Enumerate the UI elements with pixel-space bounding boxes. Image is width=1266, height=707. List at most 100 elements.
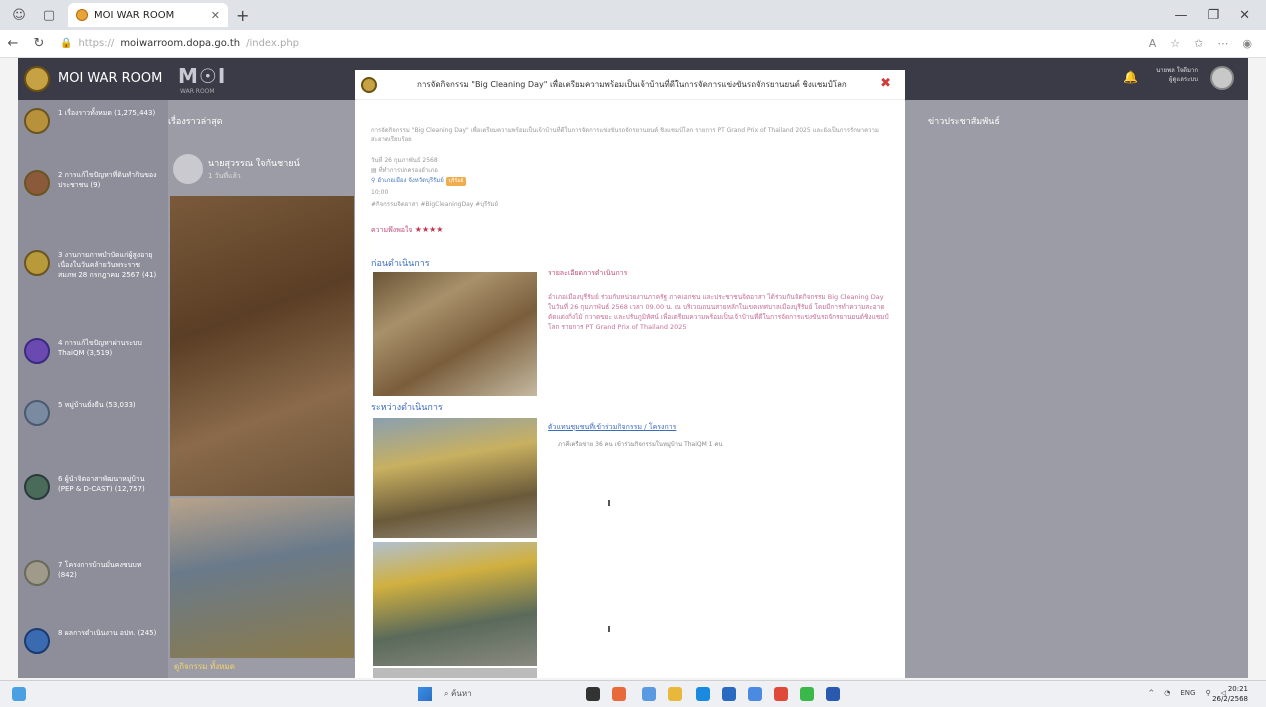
lock-icon: 🔒 [60,38,73,49]
post-author[interactable]: นายสุวรรณ ใจกันชายน์ [208,156,300,170]
profile-icon[interactable]: ☺ [8,4,30,26]
sidebar-item-6[interactable]: 6 ผู้นำจิตอาสาพัฒนาหมู่บ้าน (PEP & D-CAS… [18,474,168,500]
sidebar-item-label: 3 งานกายภาพบำบัดแก่ผู้สูงอายุ เนื่องในวั… [58,251,157,279]
modal-meta-org-text: ที่ทำการปกครองอำเภอ [378,167,438,174]
before-heading: ก่อนดำเนินการ [371,259,430,269]
before-photo[interactable] [373,272,537,396]
window-controls: — ❐ ✕ [1174,8,1250,23]
during-photo[interactable] [373,418,537,538]
sidebar-item-icon [24,108,50,134]
bell-icon[interactable]: 🔔 [1123,70,1138,84]
edge-icon[interactable] [696,687,710,701]
sidebar-item-7[interactable]: 7 โครงการบ้านมั่นคงชนบท (842) [18,560,168,586]
chrome-icon[interactable] [774,687,788,701]
browser-tab[interactable]: MOI WAR ROOM ✕ [68,3,228,27]
taskbar-search-text: ค้นหา [451,689,472,698]
avatar[interactable] [1210,66,1234,90]
tab-title: MOI WAR ROOM [94,9,175,21]
sidebar-item-8[interactable]: 8 ผลการดำเนินงาน อปท. (245) [18,628,168,654]
modal-title: การจัดกิจกรรม "Big Cleaning Day" เพื่อเต… [417,80,847,89]
taskbar-search[interactable]: ⌕ ค้นหา [444,687,472,700]
new-tab-icon[interactable]: + [236,6,249,25]
url-host: moiwarroom.dopa.go.th [120,38,241,49]
back-icon[interactable]: ← [0,36,26,51]
network-icon[interactable]: ◔ [1164,689,1170,697]
close-window-icon[interactable]: ✕ [1239,8,1250,23]
sidebar-item-label: 8 ผลการดำเนินงาน อปท. (245) [58,629,157,637]
address-bar: ← ↻ 🔒 https:// moiwarroom.dopa.go.th/inde… [0,30,1266,58]
more-icon[interactable]: ⋯ [1217,37,1228,50]
post-time: 1 วันที่แล้ว [208,172,241,180]
rating-stars: ★★★★ [414,225,444,234]
rating-label: ความพึงพอใจ [371,226,413,234]
browser-toolbar: A ☆ ✩ ⋯ ◉ [1149,37,1252,50]
sidebar: 1 เรื่องราวทั้งหมด (1,275,443) 2 การแก้ไ… [18,100,168,678]
sidebar-item-1[interactable]: 1 เรื่องราวทั้งหมด (1,275,443) [18,108,168,134]
url-input[interactable]: 🔒 https:// moiwarroom.dopa.go.th/index.ph… [60,34,1149,54]
modal-meta-time: 10:00 [371,189,389,196]
header-user[interactable]: นายพล ใจดีมาก ผู้ดูแลระบบ [1156,66,1198,84]
language-indicator[interactable]: ENG [1180,689,1195,697]
moi-emblem-icon [24,66,50,92]
modal-meta-date: วันที่ 26 กุมภาพันธ์ 2568 [371,157,438,164]
app-icon[interactable] [642,687,656,701]
line-icon[interactable] [800,687,814,701]
sidebar-item-icon [24,474,50,500]
modal-header: การจัดกิจกรรม "Big Cleaning Day" เพื่อเต… [355,70,905,100]
modal-tags: #กิจกรรมจิตอาสา #BigCleaningDay #บุรีรัม… [371,201,498,208]
sidebar-item-icon [24,170,50,196]
tab-actions-icon[interactable]: ▢ [38,4,60,26]
minimize-icon[interactable]: — [1174,8,1187,23]
favorite-star-icon[interactable]: ☆ [1170,37,1180,50]
clock-date: 26/2/2568 [1212,695,1248,703]
modal-location[interactable]: ⚲ อำเภอเมือง จังหวัดบุรีรัมย์ บุรีรัมย์ [371,176,467,186]
sidebar-item-icon [24,628,50,654]
clock[interactable]: 20:21 26/2/2568 [1212,684,1248,704]
wifi-icon[interactable]: ⚲ [1205,689,1210,697]
sidebar-item-icon [24,338,50,364]
modal-intro: การจัดกิจกรรม "Big Cleaning Day" เพื่อเต… [371,127,879,143]
chevron-up-icon[interactable]: ^ [1148,689,1154,697]
sidebar-item-label: 1 เรื่องราวทั้งหมด (1,275,443) [58,109,156,117]
sidebar-item-5[interactable]: 5 หมู่บ้านยั่งยืน (53,033) [18,400,168,426]
feed-more-link[interactable]: ดูกิจกรรม ทั้งหมด [174,660,235,673]
start-icon[interactable] [418,687,432,701]
read-aloud-icon[interactable]: A [1149,37,1157,50]
sidebar-item-icon [24,400,50,426]
moi-logo: M☉I [178,64,227,88]
more-photo[interactable] [373,668,537,678]
post-avatar[interactable] [173,154,203,184]
moi-emblem-icon [361,76,377,93]
clock-time: 20:21 [1227,685,1248,693]
site-name: MOI WAR ROOM [58,71,163,86]
file-explorer-icon[interactable] [668,687,682,701]
close-tab-icon[interactable]: ✕ [211,9,220,22]
project-link[interactable]: ตัวแทนชุมชนที่เข้าร่วมกิจกรรม / โครงการ [548,422,676,433]
widgets-icon[interactable] [12,687,26,701]
header-user-role: ผู้ดูแลระบบ [1168,76,1198,83]
sidebar-item-4[interactable]: 4 การแก้ไขปัญหาผ่านระบบ ThaiQM (3,519) [18,338,168,364]
url-protocol: https:// [78,38,115,49]
modal-meta-org: ▤ ที่ทำการปกครองอำเภอ [371,166,438,175]
sidebar-item-label: 7 โครงการบ้านมั่นคงชนบท (842) [58,561,142,579]
feed-photo[interactable] [170,196,354,496]
feed-photo[interactable] [170,498,354,658]
during-heading: ระหว่างดำเนินการ [371,403,443,413]
app-icon[interactable] [586,687,600,701]
copilot-icon[interactable]: ◉ [1242,37,1252,50]
restore-icon[interactable]: ❐ [1207,8,1219,23]
sidebar-item-3[interactable]: 3 งานกายภาพบำบัดแก่ผู้สูงอายุ เนื่องในวั… [18,250,168,280]
sidebar-item-label: 4 การแก้ไขปัญหาผ่านระบบ ThaiQM (3,519) [58,339,142,357]
sidebar-item-2[interactable]: 2 การแก้ไขปัญหาที่ดินทำกินของประชาชน (9) [18,170,168,196]
app-icon[interactable] [612,687,626,701]
refresh-icon[interactable]: ↻ [26,36,52,51]
sidebar-item-label: 5 หมู่บ้านยั่งยืน (53,033) [58,401,136,409]
word-icon[interactable] [826,687,840,701]
location-tag: บุรีรัมย์ [445,177,467,186]
sidebar-item-icon [24,250,50,276]
app-icon[interactable] [722,687,736,701]
during-photo[interactable] [373,542,537,666]
close-icon[interactable]: ✖ [880,76,891,91]
app-icon[interactable] [748,687,762,701]
favorites-icon[interactable]: ✩ [1194,37,1203,50]
